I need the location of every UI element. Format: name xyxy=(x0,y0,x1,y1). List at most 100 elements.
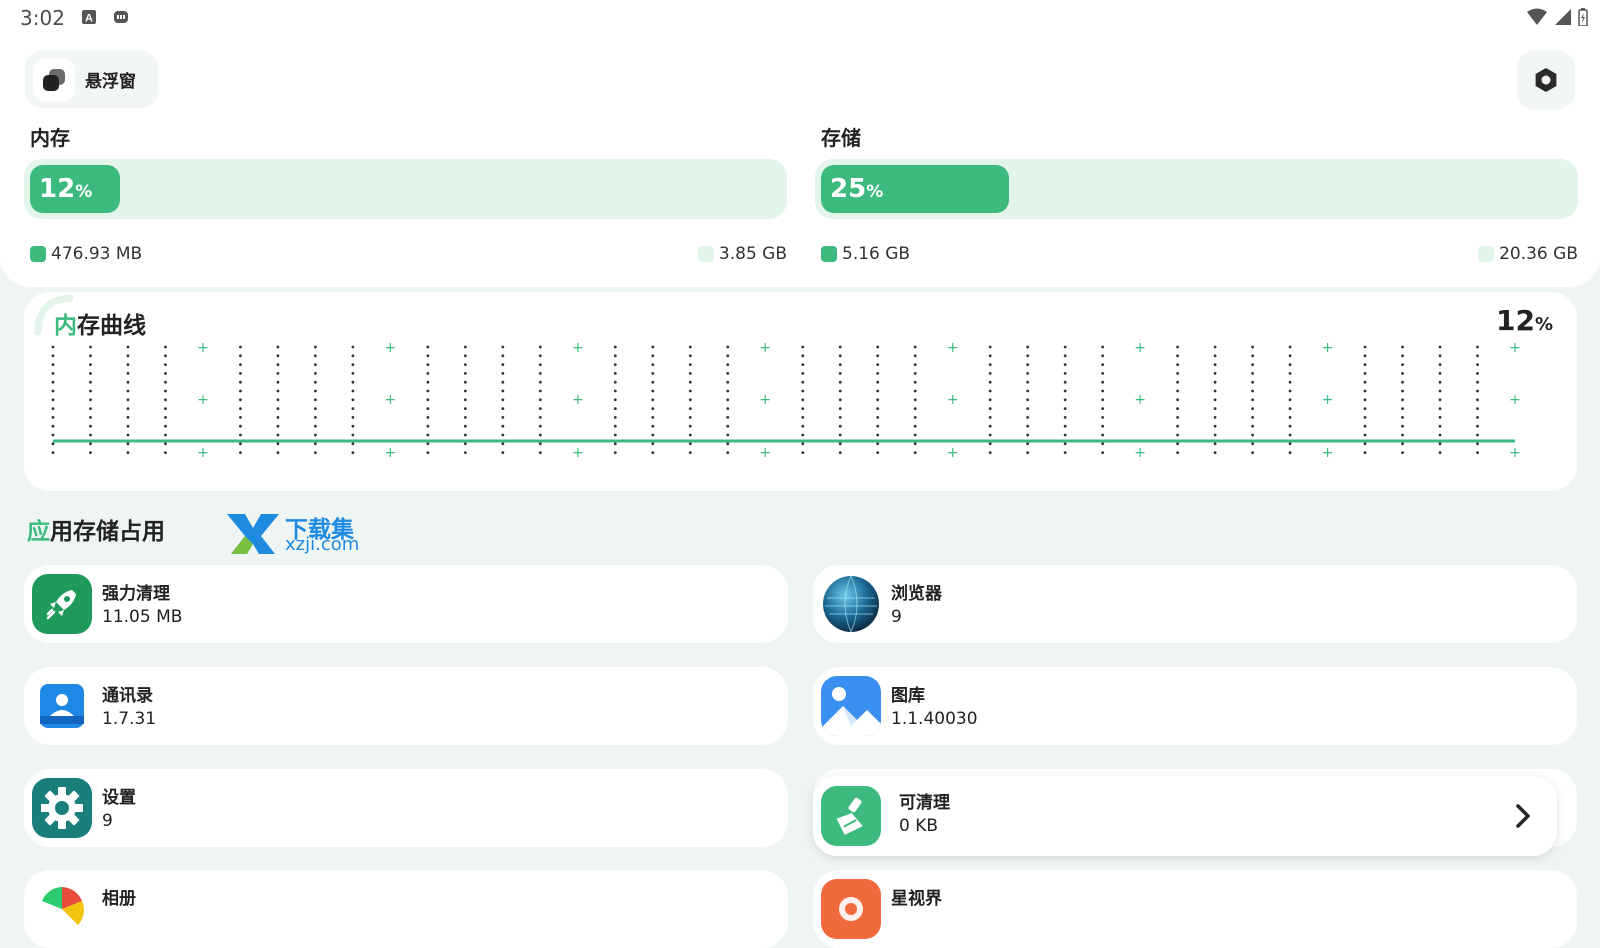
app-value: 11.05 MB xyxy=(102,607,183,627)
app-card-browser[interactable]: 浏览器 9 xyxy=(813,565,1577,643)
grid-dot xyxy=(51,372,55,375)
grid-dot xyxy=(801,354,805,358)
grid-dot xyxy=(463,416,467,419)
app-card-force-clean[interactable]: 强力清理 11.05 MB xyxy=(24,565,788,643)
grid-dot xyxy=(239,354,242,358)
grid-dot xyxy=(276,354,280,358)
app-card-gallery[interactable]: 图库 1.1.40030 xyxy=(813,667,1577,745)
grid-dot xyxy=(1401,416,1404,419)
grid-dot xyxy=(351,407,355,410)
grid-dot xyxy=(426,345,430,349)
app-card-contacts[interactable]: 通讯录 1.7.31 xyxy=(24,667,788,745)
gallery-icon xyxy=(821,676,881,736)
grid-dot xyxy=(651,424,655,428)
grid-dot xyxy=(89,398,92,402)
grid-dot xyxy=(164,389,167,393)
app-card-photos[interactable]: 相册 xyxy=(24,870,788,948)
grid-dot xyxy=(1363,407,1367,410)
grid-major-marker: + xyxy=(1322,445,1334,461)
grid-dot xyxy=(988,345,992,349)
grid-dot xyxy=(1251,442,1254,446)
grid-dot xyxy=(801,407,805,410)
grid-dot xyxy=(426,416,430,419)
grid-major-marker: + xyxy=(947,392,959,408)
grid-dot xyxy=(1401,363,1404,366)
grid-dot xyxy=(838,398,842,402)
grid-dot xyxy=(838,389,842,393)
grid-major-marker: + xyxy=(759,445,771,461)
grid-dot xyxy=(913,398,917,402)
cleanable-card[interactable]: 可清理 0 KB xyxy=(813,776,1557,856)
grid-dot xyxy=(838,416,842,419)
grid-dot xyxy=(164,345,167,349)
grid-dot xyxy=(1213,389,1217,393)
grid-dot xyxy=(613,389,617,393)
grid-dot xyxy=(988,398,992,402)
grid-dot xyxy=(1288,363,1292,366)
settings-button[interactable] xyxy=(1517,51,1575,109)
grid-dot xyxy=(1288,354,1292,358)
grid-dot xyxy=(988,363,992,366)
grid-dot xyxy=(688,442,692,446)
grid-dot xyxy=(164,416,167,419)
grid-dot xyxy=(1026,380,1030,384)
grid-dot xyxy=(1251,424,1254,428)
grid-dot xyxy=(1401,433,1404,437)
grid-dot xyxy=(276,416,280,419)
grid-dot xyxy=(276,407,280,410)
grid-dot xyxy=(351,433,355,437)
floating-window-button[interactable]: 悬浮窗 xyxy=(25,51,158,108)
grid-dot xyxy=(276,363,280,366)
grid-dot xyxy=(463,398,467,402)
grid-dot xyxy=(651,416,655,419)
grid-dot xyxy=(651,442,655,446)
grid-dot xyxy=(1401,354,1404,358)
grid-dot xyxy=(89,451,92,454)
app-card-star-vision[interactable]: 星视界 xyxy=(813,870,1577,948)
grid-dot xyxy=(276,442,280,446)
grid-major-marker: + xyxy=(947,340,959,356)
grid-major-marker: + xyxy=(759,392,771,408)
grid-dot xyxy=(1026,407,1030,410)
hexagon-settings-icon xyxy=(1535,68,1557,92)
grid-dot xyxy=(613,416,617,419)
grid-dot xyxy=(426,389,430,393)
wifi-icon xyxy=(1527,8,1547,25)
grid-dot xyxy=(913,416,917,419)
chevron-right-icon[interactable] xyxy=(1507,800,1539,832)
grid-dot xyxy=(501,345,505,349)
grid-dot xyxy=(651,389,655,393)
grid-dot xyxy=(1063,433,1067,437)
grid-dot xyxy=(463,433,467,437)
grid-dot xyxy=(1213,363,1217,366)
grid-dot xyxy=(1213,372,1217,375)
grid-dot xyxy=(1101,389,1105,393)
grid-dot xyxy=(239,407,242,410)
grid-dot xyxy=(463,407,467,410)
grid-dot xyxy=(463,389,467,393)
grid-dot xyxy=(501,363,505,366)
grid-dot xyxy=(426,407,430,410)
grid-dot xyxy=(351,451,355,454)
grid-dot xyxy=(501,354,505,358)
grid-dot xyxy=(126,389,130,393)
grid-dot xyxy=(426,398,430,402)
grid-dot xyxy=(1213,451,1217,454)
memory-bar: 12% xyxy=(24,159,787,219)
grid-dot xyxy=(876,345,880,349)
grid-dot xyxy=(876,398,880,402)
rocket-icon xyxy=(32,574,92,634)
grid-dot xyxy=(1401,372,1404,375)
grid-dot xyxy=(688,389,692,393)
app-card-settings[interactable]: 设置 9 xyxy=(24,769,788,847)
grid-dot xyxy=(1026,372,1030,375)
grid-dot xyxy=(688,424,692,428)
grid-dot xyxy=(913,372,917,375)
grid-dot xyxy=(89,380,92,384)
grid-dot xyxy=(1101,345,1105,349)
grid-dot xyxy=(1363,389,1367,393)
grid-dot xyxy=(1101,451,1105,454)
grid-dot xyxy=(688,416,692,419)
grid-dot xyxy=(126,442,130,446)
grid-dot xyxy=(164,433,167,437)
